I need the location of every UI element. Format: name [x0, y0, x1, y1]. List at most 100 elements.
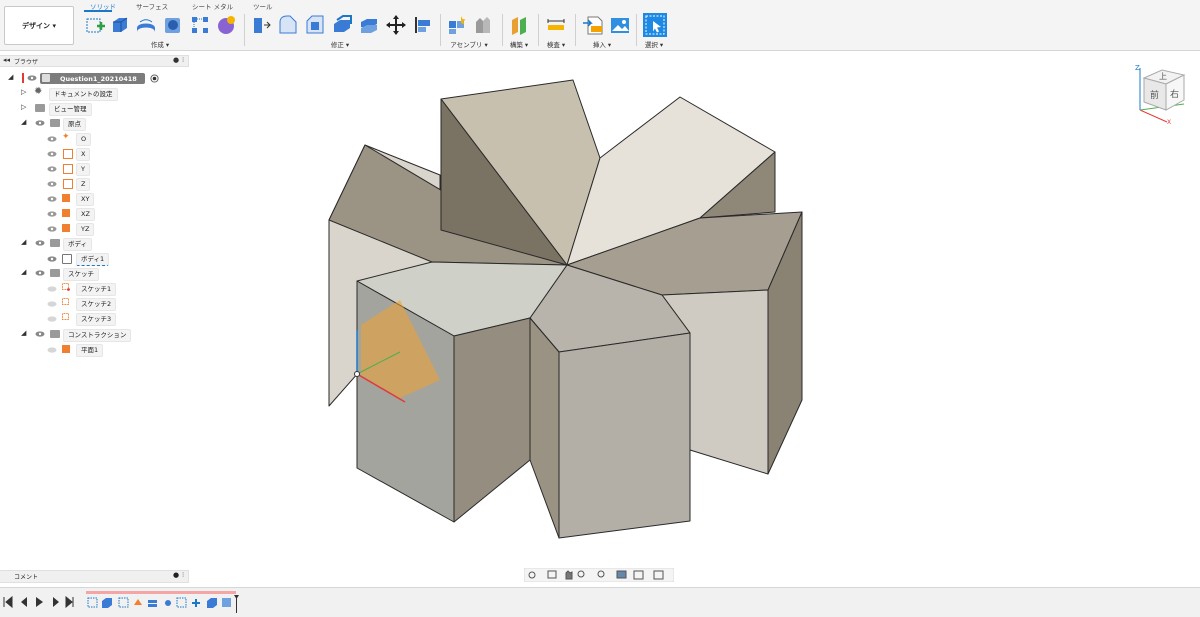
create-sketch-icon[interactable] — [84, 14, 106, 36]
panel-grip-icon[interactable]: ⁞ — [182, 56, 184, 64]
tree-item-named-views[interactable]: ビュー管理 — [49, 103, 92, 116]
visibility-eye-icon[interactable] — [47, 151, 57, 157]
comments-panel-header[interactable]: コメント ● ⁞ — [0, 570, 189, 583]
viewcube[interactable]: Z X 上 前 右 — [1132, 62, 1192, 124]
modify-group-label[interactable]: 修正 ▾ — [320, 39, 360, 49]
panel-grip-icon[interactable]: ⁞ — [182, 571, 184, 579]
tree-item-bodies[interactable]: ボディ — [63, 238, 93, 251]
visibility-eye-icon[interactable] — [47, 256, 57, 262]
tree-item-x-axis[interactable]: X — [76, 148, 91, 161]
revolve-icon[interactable] — [135, 14, 157, 36]
timeline-move-icon[interactable] — [192, 599, 200, 607]
visibility-eye-icon[interactable] — [47, 181, 57, 187]
expand-triangle-icon[interactable]: ◢ — [8, 73, 13, 81]
sweep-icon[interactable] — [162, 14, 184, 36]
tab-sheet-metal[interactable]: シート メタル — [192, 1, 233, 11]
create-group-label[interactable]: 作成 ▾ — [140, 39, 180, 49]
add-comment-icon[interactable]: ● — [173, 571, 179, 579]
tree-item-document-settings[interactable]: ドキュメントの設定 — [49, 88, 118, 101]
assemble-group-label[interactable]: アセンブリ ▾ — [448, 39, 490, 49]
tree-item-origin[interactable]: 原点 — [63, 118, 86, 131]
extrude-icon[interactable] — [109, 14, 131, 36]
visibility-eye-icon[interactable] — [47, 196, 57, 202]
tree-item-z-axis[interactable]: Z — [76, 178, 91, 191]
timeline-feature-icon[interactable] — [134, 599, 142, 605]
activate-radio-icon[interactable] — [150, 74, 159, 83]
shell-icon[interactable] — [331, 14, 353, 36]
measure-icon[interactable] — [545, 14, 567, 36]
timeline-sketch-icon[interactable] — [87, 597, 98, 608]
visibility-eye-icon[interactable] — [35, 240, 45, 246]
tree-item-plane1[interactable]: 平面1 — [76, 344, 104, 357]
collapse-icon[interactable]: ◂◂ — [3, 56, 10, 64]
visibility-eye-icon[interactable] — [47, 226, 57, 232]
insert-group-label[interactable]: 挿入 ▾ — [588, 39, 616, 49]
tree-item-xz-plane[interactable]: XZ — [76, 208, 95, 221]
chamfer-icon[interactable] — [304, 14, 326, 36]
construct-group-label[interactable]: 構築 ▾ — [505, 39, 533, 49]
display-settings-icon[interactable] — [616, 570, 627, 579]
visibility-eye-icon[interactable] — [47, 211, 57, 217]
expand-triangle-icon[interactable]: ◢ — [21, 268, 26, 276]
hidden-eye-icon[interactable] — [47, 286, 57, 292]
visibility-eye-icon[interactable] — [27, 75, 37, 81]
tree-item-body1[interactable]: ボディ1 — [76, 253, 110, 266]
tree-item-sketch2[interactable]: スケッチ2 — [76, 298, 117, 311]
create-form-icon[interactable] — [215, 14, 237, 36]
expand-triangle-icon[interactable]: ◢ — [21, 238, 26, 246]
timeline-joint-icon[interactable] — [165, 600, 171, 606]
fillet-icon[interactable] — [277, 14, 299, 36]
tab-surface[interactable]: サーフェス — [136, 1, 168, 11]
select-group-label[interactable]: 選択 ▾ — [640, 39, 668, 49]
timeline-pattern-icon[interactable] — [222, 598, 231, 607]
tree-item-origin-point[interactable]: O — [76, 133, 92, 146]
tree-item-sketches[interactable]: スケッチ — [63, 268, 99, 281]
visibility-eye-icon[interactable] — [35, 120, 45, 126]
timeline-extrude-icon[interactable] — [207, 598, 217, 608]
model-viewport[interactable] — [300, 70, 840, 550]
hidden-eye-icon[interactable] — [47, 347, 57, 353]
expand-triangle-icon[interactable]: ▷ — [21, 103, 26, 111]
pan-icon[interactable] — [565, 570, 573, 580]
tree-item-xy-plane[interactable]: XY — [76, 193, 95, 206]
insert-svg-icon[interactable] — [582, 14, 604, 36]
insert-image-icon[interactable] — [609, 14, 631, 36]
play-icon[interactable] — [36, 597, 43, 607]
step-back-icon[interactable] — [21, 597, 27, 607]
timeline-extrude-icon[interactable] — [102, 598, 112, 608]
move-icon[interactable] — [385, 14, 407, 36]
press-pull-icon[interactable] — [250, 14, 272, 36]
timeline-sketch-icon[interactable] — [118, 597, 129, 608]
expand-triangle-icon[interactable]: ◢ — [21, 118, 26, 126]
new-component-icon[interactable] — [446, 14, 468, 36]
tree-item-sketch1[interactable]: スケッチ1 — [76, 283, 117, 296]
select-icon[interactable] — [643, 13, 667, 37]
workspace-switcher-button[interactable]: デザイン ▾ — [4, 6, 74, 45]
hidden-eye-icon[interactable] — [47, 301, 57, 307]
tree-item-y-axis[interactable]: Y — [76, 163, 90, 176]
pin-icon[interactable]: ● — [173, 56, 179, 64]
root-component-row[interactable]: Question1_20210418 v5 — [40, 73, 145, 91]
hidden-eye-icon[interactable] — [47, 316, 57, 322]
inspect-group-label[interactable]: 検査 ▾ — [542, 39, 570, 49]
go-to-end-icon[interactable] — [65, 596, 74, 608]
visibility-eye-icon[interactable] — [47, 136, 57, 142]
timeline-sketch-icon[interactable] — [176, 597, 187, 608]
visibility-eye-icon[interactable] — [35, 331, 45, 337]
visibility-eye-icon[interactable] — [35, 270, 45, 276]
visibility-eye-icon[interactable] — [47, 166, 57, 172]
expand-triangle-icon[interactable]: ▷ — [21, 88, 26, 96]
joint-icon[interactable] — [472, 14, 494, 36]
origin-point-marker[interactable] — [354, 371, 360, 377]
tree-item-yz-plane[interactable]: YZ — [76, 223, 95, 236]
offset-plane-icon[interactable] — [509, 14, 531, 36]
tree-item-construction[interactable]: コンストラクション — [63, 329, 132, 342]
expand-triangle-icon[interactable]: ◢ — [21, 329, 26, 337]
timeline-combine-icon[interactable] — [148, 600, 157, 607]
align-icon[interactable] — [412, 14, 434, 36]
pattern-icon[interactable] — [189, 14, 211, 36]
tree-item-sketch3[interactable]: スケッチ3 — [76, 313, 117, 326]
tab-tools[interactable]: ツール — [253, 1, 273, 11]
go-to-start-icon[interactable] — [3, 596, 13, 608]
combine-icon[interactable] — [358, 14, 380, 36]
